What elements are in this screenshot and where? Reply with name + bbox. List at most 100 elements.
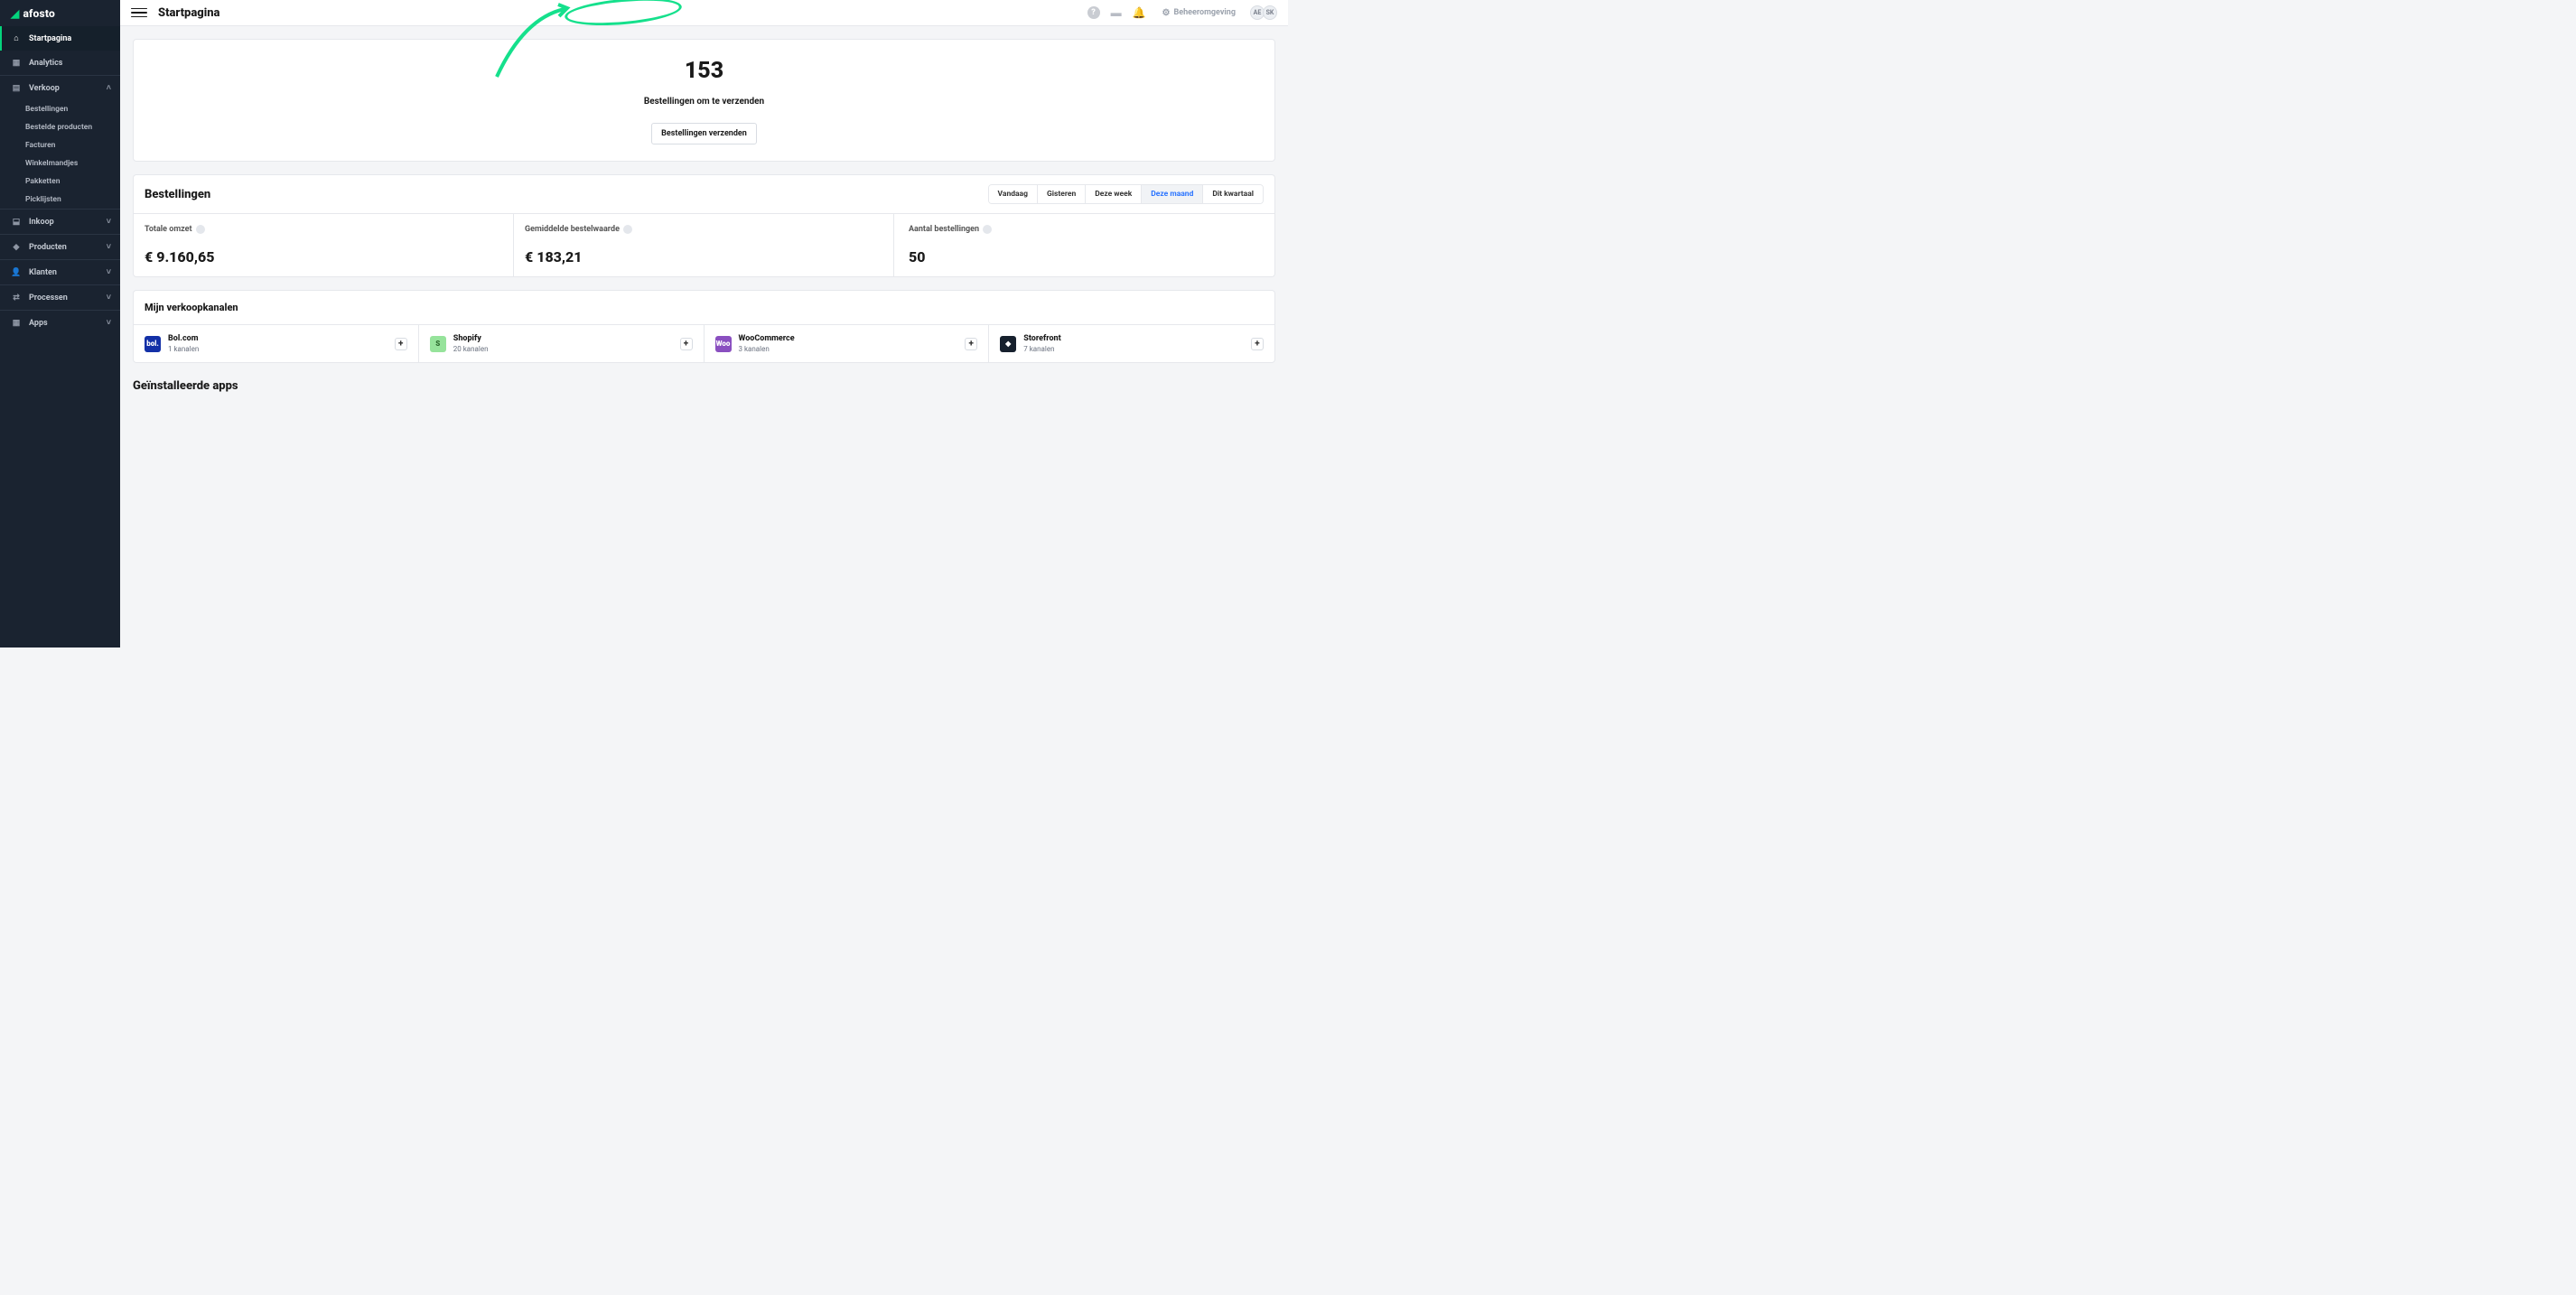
metric-value: € 183,21 (525, 248, 882, 266)
flow-icon: ⇄ (11, 293, 22, 303)
tab-gisteren[interactable]: Gisteren (1038, 185, 1086, 203)
channel-name: Shopify (453, 334, 489, 343)
topbar-right: ? ▬ 🔔 ⚙ Beheeromgeving AE SK (1087, 5, 1277, 20)
sidebar-item-label: Klanten (29, 268, 57, 277)
metric-value: € 9.160,65 (145, 248, 502, 266)
ship-label: Bestellingen om te verzenden (145, 97, 1264, 107)
channel-icon: S (430, 336, 446, 352)
channel-sub: 1 kanalen (168, 345, 199, 353)
beheer-label: Beheeromgeving (1174, 8, 1236, 17)
channel-storefront[interactable]: ◆ Storefront 7 kanalen + (989, 325, 1274, 362)
chevron-down-icon: ˅ (107, 318, 111, 328)
metric-gemiddelde-bestelwaarde: Gemiddelde bestelwaarde € 183,21 (514, 214, 894, 276)
sidebar-item-label: Startpagina (29, 34, 71, 43)
sidebar-item-label: Verkoop (29, 84, 60, 93)
sidebar-group-apps[interactable]: ▦ Apps ˅ (0, 311, 120, 335)
sidebar-sub-bestelde-producten[interactable]: Bestelde producten (0, 118, 120, 136)
channel-icon: bol. (145, 336, 161, 352)
sidebar: ◢ afosto ⌂ Startpagina ▦ Analytics ▤ Ver… (0, 0, 120, 648)
sidebar-group-processen[interactable]: ⇄ Processen ˅ (0, 285, 120, 310)
tab-dit-kwartaal[interactable]: Dit kwartaal (1203, 185, 1263, 203)
chevron-down-icon: ˅ (107, 242, 111, 252)
page-title: Startpagina (158, 6, 220, 20)
channel-add-button[interactable]: + (395, 338, 407, 350)
tab-vandaag[interactable]: Vandaag (989, 185, 1038, 203)
sidebar-group-inkoop[interactable]: ⬓ Inkoop ˅ (0, 210, 120, 234)
apps-icon: ▦ (11, 319, 22, 328)
orders-tabs: Vandaag Gisteren Deze week Deze maand Di… (988, 184, 1264, 204)
sidebar-item-analytics[interactable]: ▦ Analytics (0, 51, 120, 75)
channel-shopify[interactable]: S Shopify 20 kanalen + (419, 325, 705, 362)
chevron-down-icon: ˅ (107, 293, 111, 303)
sidebar-item-label: Apps (29, 319, 48, 328)
tag-icon: ◆ (11, 243, 22, 252)
main-content: 153 Bestellingen om te verzenden Bestell… (120, 26, 1288, 648)
installed-apps-title: Geïnstalleerde apps (133, 379, 1275, 393)
tab-deze-week[interactable]: Deze week (1086, 185, 1142, 203)
sidebar-group-verkoop[interactable]: ▤ Verkoop ˄ (0, 76, 120, 100)
help-icon[interactable]: ? (1087, 6, 1100, 19)
orders-title: Bestellingen (145, 188, 210, 201)
avatar-chip[interactable]: SK (1263, 5, 1277, 20)
metric-label: Gemiddelde bestelwaarde (525, 225, 882, 234)
sidebar-item-label: Analytics (29, 59, 62, 68)
card-channels: Mijn verkoopkanalen bol. Bol.com 1 kanal… (133, 290, 1275, 363)
channels-title: Mijn verkoopkanalen (134, 291, 1274, 324)
sidebar-group-producten[interactable]: ◆ Producten ˅ (0, 235, 120, 259)
sidebar-sub-picklijsten[interactable]: Picklijsten (0, 191, 120, 209)
sidebar-sub-bestellingen[interactable]: Bestellingen (0, 100, 120, 118)
sidebar-sub-facturen[interactable]: Facturen (0, 136, 120, 154)
info-icon[interactable] (196, 225, 205, 234)
sidebar-item-startpagina[interactable]: ⌂ Startpagina (0, 26, 120, 51)
sidebar-sub-winkelmandjes[interactable]: Winkelmandjes (0, 154, 120, 172)
info-icon[interactable] (623, 225, 632, 234)
channel-add-button[interactable]: + (1251, 338, 1264, 350)
beheer-button[interactable]: ⚙ Beheeromgeving (1157, 6, 1241, 20)
brand-mark-icon: ◢ (11, 7, 19, 20)
avatar-stack[interactable]: AE SK (1252, 5, 1277, 20)
metric-aantal-bestellingen: Aantal bestellingen 50 (894, 214, 1274, 276)
channel-icon: ◆ (1000, 336, 1016, 352)
sidebar-sub-pakketten[interactable]: Pakketten (0, 172, 120, 191)
channel-name: WooCommerce (739, 334, 795, 343)
channel-icon: Woo (715, 336, 732, 352)
channel-sub: 20 kanalen (453, 345, 489, 353)
sidebar-nav: ⌂ Startpagina ▦ Analytics ▤ Verkoop ˄ Be… (0, 26, 120, 335)
channel-woocommerce[interactable]: Woo WooCommerce 3 kanalen + (705, 325, 990, 362)
channel-add-button[interactable]: + (680, 338, 693, 350)
chevron-down-icon: ˅ (107, 217, 111, 227)
card-orders: Bestellingen Vandaag Gisteren Deze week … (133, 174, 1275, 277)
channel-add-button[interactable]: + (965, 338, 977, 350)
channels-grid: bol. Bol.com 1 kanalen + S Shopify 20 ka… (134, 324, 1274, 362)
channel-sub: 3 kanalen (739, 345, 795, 353)
metric-totale-omzet: Totale omzet € 9.160,65 (134, 214, 514, 276)
home-icon: ⌂ (11, 33, 22, 43)
channel-bol[interactable]: bol. Bol.com 1 kanalen + (134, 325, 419, 362)
grid-icon: ▦ (11, 59, 22, 68)
ship-count: 153 (145, 58, 1264, 84)
sidebar-item-label: Producten (29, 243, 67, 252)
metric-label: Totale omzet (145, 225, 502, 234)
channel-sub: 7 kanalen (1023, 345, 1060, 353)
orders-header: Bestellingen Vandaag Gisteren Deze week … (134, 175, 1274, 213)
menu-toggle-icon[interactable] (131, 5, 147, 21)
receipt-icon: ▤ (11, 84, 22, 93)
brand-logo[interactable]: ◢ afosto (0, 0, 120, 26)
ship-button[interactable]: Bestellingen verzenden (651, 123, 757, 144)
channel-name: Storefront (1023, 334, 1060, 343)
metric-value: 50 (909, 248, 1264, 266)
channel-name: Bol.com (168, 334, 199, 343)
bell-icon[interactable]: 🔔 (1133, 6, 1146, 19)
gear-icon: ⚙ (1162, 8, 1171, 18)
inbox-icon: ⬓ (11, 218, 22, 227)
sidebar-sub-verkoop: Bestellingen Bestelde producten Facturen… (0, 100, 120, 209)
chat-icon[interactable]: ▬ (1111, 6, 1122, 19)
sidebar-group-klanten[interactable]: 👤 Klanten ˅ (0, 260, 120, 284)
sidebar-item-label: Processen (29, 293, 68, 303)
chevron-up-icon: ˄ (107, 83, 111, 93)
brand-name: afosto (23, 7, 55, 20)
user-icon: 👤 (11, 268, 22, 277)
chevron-down-icon: ˅ (107, 267, 111, 277)
tab-deze-maand[interactable]: Deze maand (1142, 185, 1203, 203)
info-icon[interactable] (983, 225, 992, 234)
